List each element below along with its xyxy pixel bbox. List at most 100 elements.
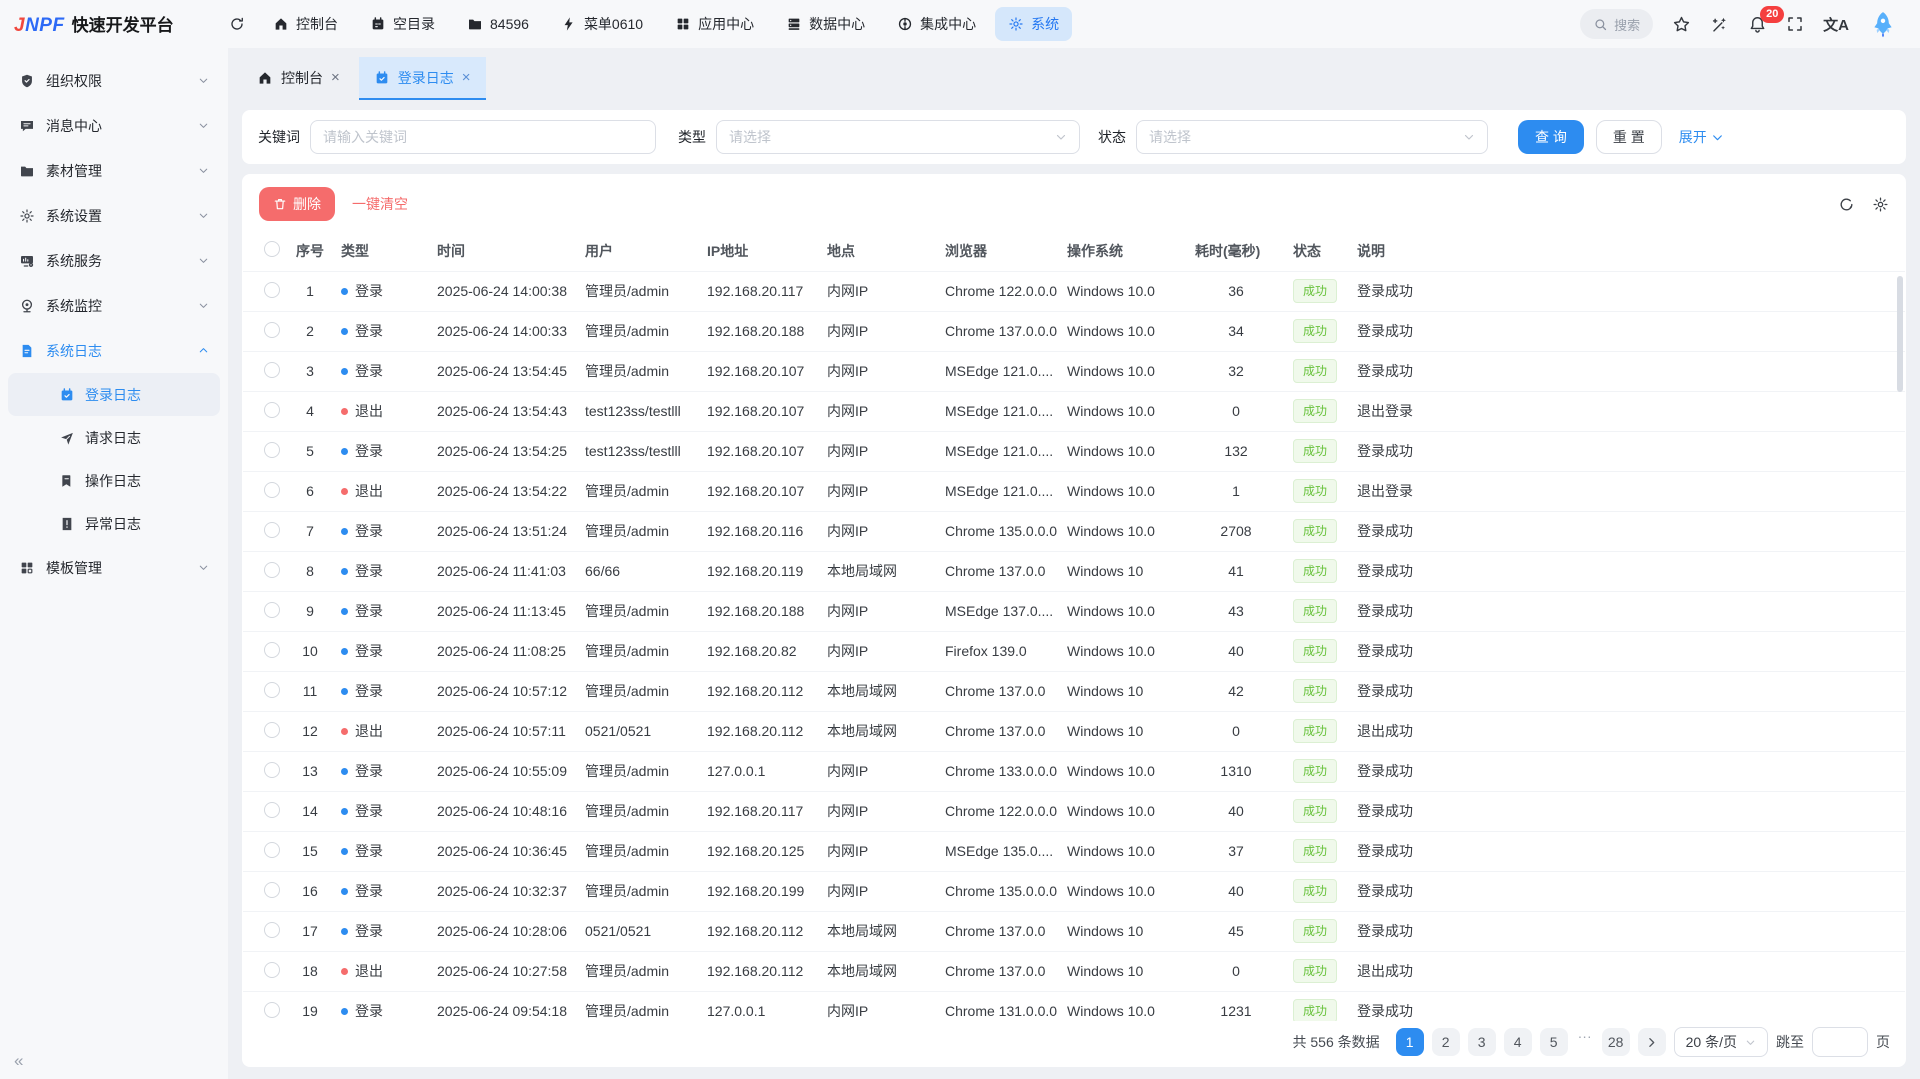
row-checkbox[interactable] xyxy=(264,922,280,938)
nav-item-6[interactable]: 数据中心 xyxy=(773,7,878,41)
page-ellipsis[interactable]: ··· xyxy=(1576,1028,1594,1056)
sidebar-item-3[interactable]: 素材管理 xyxy=(0,148,228,193)
sidebar-subitem-4[interactable]: 异常日志 xyxy=(8,502,220,545)
status-badge: 成功 xyxy=(1293,959,1337,983)
sidebar-item-2[interactable]: 消息中心 xyxy=(0,103,228,148)
sidebar-subitem-1[interactable]: 登录日志 xyxy=(8,373,220,416)
page-button-2[interactable]: 2 xyxy=(1432,1028,1460,1056)
cell-place: 内网IP xyxy=(819,391,937,431)
cell-ms: 1 xyxy=(1187,471,1285,511)
row-checkbox[interactable] xyxy=(264,802,280,818)
row-checkbox[interactable] xyxy=(264,282,280,298)
row-checkbox[interactable] xyxy=(264,1002,280,1018)
sidebar-item-1[interactable]: 组织权限 xyxy=(0,58,228,103)
nav-item-2[interactable]: 空目录 xyxy=(357,7,448,41)
row-checkbox[interactable] xyxy=(264,682,280,698)
cell-ms: 0 xyxy=(1187,951,1285,991)
cell-type: 登录 xyxy=(333,911,429,951)
sidebar-item-label: 系统监控 xyxy=(46,296,186,316)
page-button-1[interactable]: 1 xyxy=(1396,1028,1424,1056)
page-button-5[interactable]: 5 xyxy=(1540,1028,1568,1056)
page-size-select[interactable]: 20 条/页 xyxy=(1674,1027,1768,1057)
clear-all-link[interactable]: 一键清空 xyxy=(352,194,408,214)
cell-user: 管理员/admin xyxy=(577,471,699,511)
table-header-row: 序号类型时间用户IP地址地点浏览器操作系统耗时(毫秒)状态说明 xyxy=(243,231,1905,271)
cell-browser: Chrome 135.0.0.0 xyxy=(937,871,1059,911)
fullscreen-icon[interactable] xyxy=(1786,15,1804,33)
page-button-28[interactable]: 28 xyxy=(1602,1028,1630,1056)
nav-item-5[interactable]: 应用中心 xyxy=(662,7,767,41)
refresh-page-icon[interactable] xyxy=(220,7,254,41)
type-dot xyxy=(341,808,348,815)
page-button-4[interactable]: 4 xyxy=(1504,1028,1532,1056)
row-checkbox[interactable] xyxy=(264,442,280,458)
row-checkbox[interactable] xyxy=(264,642,280,658)
cell-type: 登录 xyxy=(333,431,429,471)
sidebar-item-8[interactable]: 模板管理 xyxy=(0,545,228,590)
column-settings-gear-icon[interactable] xyxy=(1872,196,1889,213)
row-checkbox[interactable] xyxy=(264,322,280,338)
sidebar-item-5[interactable]: 系统服务 xyxy=(0,238,228,283)
cell-user: 管理员/admin xyxy=(577,591,699,631)
tab-label: 登录日志 xyxy=(398,68,454,88)
table-row: 19登录2025-06-24 09:54:18管理员/admin127.0.0.… xyxy=(243,991,1905,1021)
type-select[interactable]: 请选择 xyxy=(716,120,1080,154)
nav-item-4[interactable]: 菜单0610 xyxy=(548,7,656,41)
ai-assistant-icon[interactable] xyxy=(1710,15,1729,34)
refresh-table-icon[interactable] xyxy=(1838,196,1855,213)
close-icon[interactable]: × xyxy=(462,70,471,85)
nav-item-label: 应用中心 xyxy=(698,14,754,34)
select-all-checkbox[interactable] xyxy=(264,241,280,257)
translate-icon[interactable]: 文A xyxy=(1823,14,1849,35)
row-checkbox[interactable] xyxy=(264,762,280,778)
sidebar-item-6[interactable]: 系统监控 xyxy=(0,283,228,328)
sidebar-item-7[interactable]: 系统日志 xyxy=(0,328,228,373)
row-checkbox[interactable] xyxy=(264,482,280,498)
row-checkbox[interactable] xyxy=(264,522,280,538)
app-root: JNPF 快速开发平台 控制台空目录84596菜单0610应用中心数据中心集成中… xyxy=(0,0,1920,1079)
tab-1[interactable]: 控制台× xyxy=(242,57,355,100)
row-checkbox[interactable] xyxy=(264,722,280,738)
tab-2[interactable]: 登录日志 × xyxy=(359,57,486,100)
nav-item-7[interactable]: 集成中心 xyxy=(884,7,989,41)
cell-time: 2025-06-24 13:54:22 xyxy=(429,471,577,511)
global-search-input[interactable]: 搜索 xyxy=(1580,9,1653,39)
sidebar-item-4[interactable]: 系统设置 xyxy=(0,193,228,238)
vertical-scrollbar-thumb[interactable] xyxy=(1897,276,1903,392)
row-checkbox[interactable] xyxy=(264,362,280,378)
expand-filters-link[interactable]: 展开 xyxy=(1679,127,1724,147)
page-button-3[interactable]: 3 xyxy=(1468,1028,1496,1056)
sidebar-collapse-icon[interactable]: « xyxy=(14,1051,23,1071)
keyword-input[interactable]: 请输入关键词 xyxy=(310,120,656,154)
cell-ms: 40 xyxy=(1187,871,1285,911)
row-checkbox[interactable] xyxy=(264,602,280,618)
next-page-button[interactable] xyxy=(1638,1028,1666,1056)
jump-page-input[interactable] xyxy=(1812,1027,1868,1057)
cell-user: 管理员/admin xyxy=(577,511,699,551)
reset-button[interactable]: 重 置 xyxy=(1596,120,1662,154)
row-checkbox[interactable] xyxy=(264,402,280,418)
row-checkbox[interactable] xyxy=(264,562,280,578)
type-dot xyxy=(341,688,348,695)
delete-button[interactable]: 删除 xyxy=(259,187,335,221)
close-icon[interactable]: × xyxy=(331,70,340,85)
sidebar-subitem-2[interactable]: 请求日志 xyxy=(8,416,220,459)
notification-bell-icon[interactable]: 20 xyxy=(1748,15,1767,34)
sidebar: 组织权限消息中心素材管理系统设置系统服务系统监控系统日志登录日志请求日志操作日志… xyxy=(0,48,228,1079)
user-avatar[interactable] xyxy=(1868,9,1898,39)
status-select[interactable]: 请选择 xyxy=(1136,120,1488,154)
main-area: 控制台×登录日志× 关键词 请输入关键词 类型 请选择 状态 请选择 查 询 xyxy=(228,48,1920,1079)
favorite-star-icon[interactable] xyxy=(1672,15,1691,34)
nav-item-8[interactable]: 系统 xyxy=(995,7,1072,41)
nav-item-1[interactable]: 控制台 xyxy=(260,7,351,41)
search-button[interactable]: 查 询 xyxy=(1518,120,1584,154)
chevron-down-icon xyxy=(197,561,210,574)
sidebar-subitem-3[interactable]: 操作日志 xyxy=(8,459,220,502)
row-checkbox[interactable] xyxy=(264,962,280,978)
row-checkbox[interactable] xyxy=(264,842,280,858)
table-row: 3登录2025-06-24 13:54:45管理员/admin192.168.2… xyxy=(243,351,1905,391)
nav-item-3[interactable]: 84596 xyxy=(454,7,542,41)
row-checkbox[interactable] xyxy=(264,882,280,898)
request-icon xyxy=(59,430,75,446)
table-scroll-area[interactable]: 序号类型时间用户IP地址地点浏览器操作系统耗时(毫秒)状态说明 1登录2025-… xyxy=(242,231,1906,1021)
